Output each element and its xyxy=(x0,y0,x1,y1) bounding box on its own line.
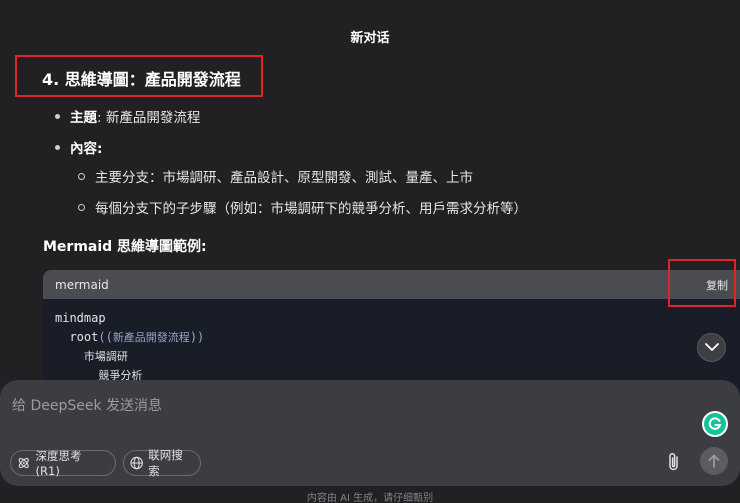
bullet-circle xyxy=(78,172,85,180)
code-root-text: 新產品開發流程 xyxy=(112,331,190,344)
code-line: mindmap xyxy=(55,311,106,325)
code-language: mermaid xyxy=(55,277,109,292)
footer-disclaimer: 内容由 AI 生成，请仔细甄别 xyxy=(306,493,434,503)
message-composer: 给 DeepSeek 发送消息 深度思考 (R1) 联网搜索 xyxy=(0,380,740,486)
topic-value: : 新產品開發流程 xyxy=(97,110,201,126)
list-item-sub: 每個分支下的子步驟（例如：市場調研下的競爭分析、用戶需求分析等） xyxy=(78,197,527,217)
example-label: Mermaid 思維導圖範例: xyxy=(43,239,207,255)
scroll-down-button[interactable] xyxy=(697,333,726,362)
list-item-topic: 主題 : 新產品開發流程 xyxy=(55,106,200,126)
sub-item-text: 每個分支下的子步驟（例如：市場調研下的競爭分析、用戶需求分析等） xyxy=(95,201,527,217)
web-search-label: 联网搜索 xyxy=(148,448,183,478)
code-header: mermaid 复制 xyxy=(43,270,740,299)
code-paren: )) xyxy=(189,330,205,344)
globe-icon xyxy=(130,456,143,470)
chevron-down-icon xyxy=(704,343,719,351)
code-paren: (( xyxy=(98,330,113,344)
web-search-toggle[interactable]: 联网搜索 xyxy=(123,448,201,478)
list-item-sub: 主要分支：市場調研、產品設計、原型開發、測試、量產、上市 xyxy=(78,166,473,186)
atom-icon xyxy=(18,457,29,469)
paperclip-icon[interactable] xyxy=(665,451,683,473)
bullet-dot xyxy=(55,144,60,150)
message-input[interactable]: 给 DeepSeek 发送消息 xyxy=(12,395,162,415)
highlight-box-copy xyxy=(668,259,736,307)
bullet-dot xyxy=(55,113,60,119)
deep-think-toggle[interactable]: 深度思考 (R1) xyxy=(10,449,116,478)
content-label: 內容: xyxy=(70,141,103,157)
topic-label: 主題 xyxy=(70,110,97,126)
page-title: 新对话 xyxy=(350,31,390,46)
grammarly-icon xyxy=(708,417,722,430)
send-button[interactable] xyxy=(700,447,728,475)
sub-item-text: 主要分支：市場調研、產品設計、原型開發、測試、量產、上市 xyxy=(95,170,473,186)
code-line: 市場調研 xyxy=(83,350,128,363)
arrow-up-icon xyxy=(708,454,720,468)
code-block: mermaid 复制 mindmap root((新產品開發流程)) 市場調研 … xyxy=(43,270,740,390)
section-heading: 4. 思維導圖：產品開發流程 xyxy=(42,70,241,89)
code-content: mindmap root((新產品開發流程)) 市場調研 競爭分析 xyxy=(43,299,740,390)
bullet-circle xyxy=(78,203,85,211)
deep-think-label: 深度思考 (R1) xyxy=(35,449,82,478)
code-line-root: root xyxy=(69,330,99,344)
list-item-content: 內容: xyxy=(55,137,102,157)
grammarly-button[interactable] xyxy=(702,411,728,437)
